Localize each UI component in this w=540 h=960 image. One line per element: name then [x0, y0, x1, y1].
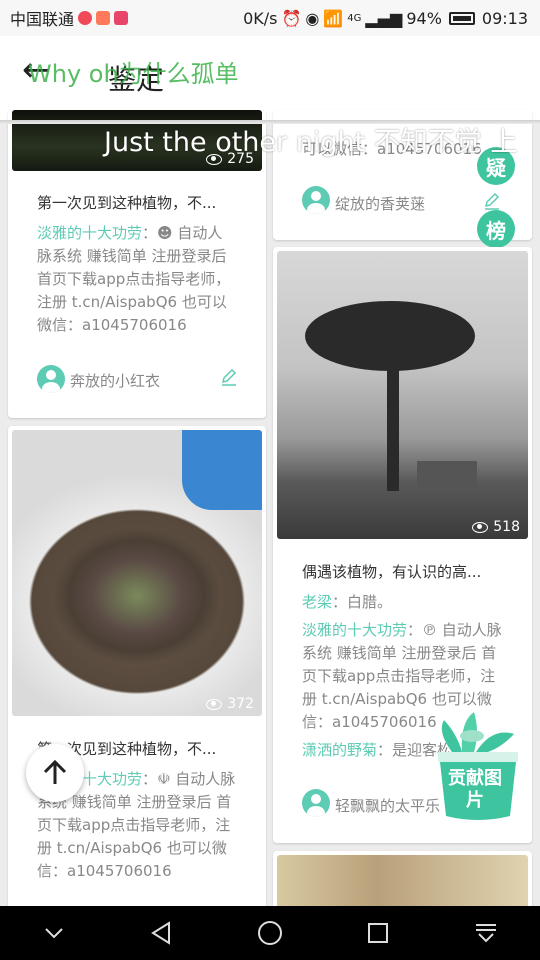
post-comment: 淡雅的十大功劳：☻ 自动人脉系统 赚钱简单 注册登录后 首页下载app点击指导老…	[37, 224, 231, 334]
carrier-label: 中国联通	[10, 10, 75, 29]
edit-icon[interactable]	[220, 368, 238, 386]
app-notification-icon-2	[114, 11, 129, 25]
eye-icon	[472, 521, 489, 533]
nav-collapse-button[interactable]	[34, 913, 74, 953]
post-title: 偶遇该植物，有认识的高...	[302, 563, 482, 581]
post-photo[interactable]: 372	[12, 430, 262, 716]
arrow-up-icon	[43, 759, 67, 784]
user-name[interactable]: 绽放的香荚蒾	[335, 193, 425, 214]
commenter-name[interactable]: 老梁	[302, 593, 332, 611]
contribute-label: 贡献图片	[448, 768, 502, 811]
lyric-overlay-white: Just the other night 不知不觉 上	[104, 127, 518, 158]
nav-recents-button[interactable]	[358, 913, 398, 953]
status-bar: 中国联通 0K/s ⏰ ◉ 📶 4G ▂▄▆ 94% 09:13	[0, 0, 540, 36]
app-header: ← 鉴定 Why oh为什么孤单	[0, 36, 540, 120]
home-circle-icon	[258, 921, 282, 945]
battery-percent: 94%	[406, 8, 442, 28]
clock: 09:13	[481, 8, 528, 28]
view-count: 518	[472, 519, 520, 535]
alarm-icon: ⏰	[281, 8, 302, 28]
edit-icon[interactable]	[483, 192, 501, 210]
avatar[interactable]	[302, 186, 330, 214]
post-title: 第一次见到这种植物，不...	[37, 194, 217, 212]
post-card[interactable]	[273, 851, 532, 911]
eye-icon	[206, 698, 223, 710]
post-photo[interactable]	[277, 855, 528, 911]
commenter-name[interactable]: 淡雅的十大功劳	[37, 224, 142, 242]
pull-down-icon	[476, 924, 496, 943]
post-card[interactable]: 372 第一次见到这种植物，不... 淡雅的十大功劳：☫ 自动人脉系统 赚钱简单…	[8, 426, 266, 916]
nav-notification-button[interactable]	[466, 913, 506, 953]
ranking-badge-button[interactable]: 榜	[477, 210, 515, 248]
photo-detail-blue	[182, 430, 262, 510]
back-triangle-icon	[151, 921, 170, 945]
mail-notification-icon	[96, 11, 111, 25]
view-count: 372	[206, 696, 254, 712]
lyric-overlay-green: Why oh为什么孤单	[28, 60, 239, 88]
commenter-name[interactable]: 潇洒的野菊	[302, 741, 377, 759]
post-photo[interactable]: 518	[277, 251, 528, 539]
commenter-name[interactable]: 淡雅的十大功劳	[302, 621, 407, 639]
hut	[417, 461, 477, 491]
nav-back-button[interactable]	[142, 913, 182, 953]
avatar[interactable]	[37, 365, 65, 393]
battery-icon	[448, 11, 475, 25]
user-name[interactable]: 轻飘飘的太平乐	[335, 795, 440, 816]
wifi-icon: 📶	[323, 8, 344, 28]
signal-icon: ▂▄▆	[365, 8, 403, 28]
chevron-down-icon	[45, 928, 63, 939]
tree-trunk	[387, 351, 399, 491]
system-nav-bar	[0, 906, 540, 960]
recents-square-icon	[368, 923, 388, 943]
contribute-image-button[interactable]: 贡献图片	[432, 712, 524, 822]
signal-type: 4G	[347, 12, 362, 24]
eye-comfort-icon: ◉	[305, 8, 320, 28]
user-name[interactable]: 奔放的小红衣	[70, 370, 160, 391]
back-to-top-button[interactable]	[26, 744, 84, 802]
nav-home-button[interactable]	[250, 913, 290, 953]
app-notification-icon	[78, 11, 93, 25]
network-speed: 0K/s	[243, 8, 278, 28]
post-comment: 老梁：白腊。	[302, 593, 393, 611]
avatar[interactable]	[302, 789, 330, 817]
